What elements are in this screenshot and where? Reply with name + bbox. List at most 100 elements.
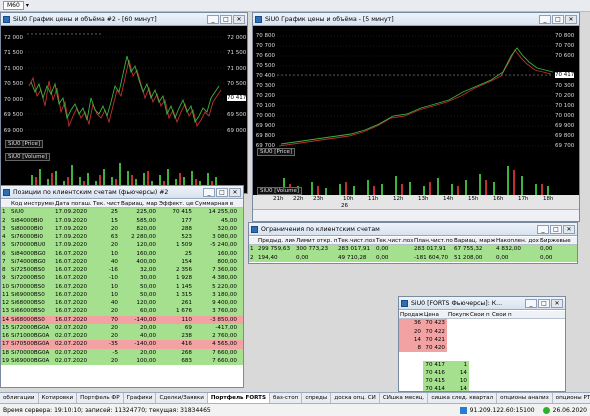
price-chart-60[interactable] <box>1 26 248 146</box>
table-row[interactable]: 13 Si66000BS0 16.07.2020 20 60,00 1 676 3 760,… <box>1 307 243 316</box>
workspace-tabs: облигации Котировки Портфель ФР Графики Сдел… <box>0 392 590 403</box>
table-row[interactable]: 7 Si74000BG0 16.07.2020 40 400,00 154 800,00 <box>1 257 243 266</box>
column-header-date[interactable]: Дата погаш. <box>54 201 92 207</box>
table-row[interactable]: 19 Si69000BG0A 02.07.2020 20 100,00 683 7 660,… <box>1 356 243 365</box>
workspace-tab[interactable]: Котировки <box>39 393 78 403</box>
workspace-tab[interactable]: Графики <box>124 393 157 403</box>
cell-date: 02.07.2020 <box>55 357 88 364</box>
workspace-tab[interactable]: облигации <box>0 393 39 403</box>
maximize-button[interactable]: □ <box>550 224 562 234</box>
close-button[interactable]: ✕ <box>565 14 577 24</box>
column-header[interactable]: Предыд. лимит <box>257 238 295 244</box>
table-row[interactable]: 9 Si72000BS0 16.07.2020 -10 30,00 1 928 4 380,… <box>1 274 243 283</box>
cell-date: 17.09.2020 <box>55 242 88 249</box>
positions-titlebar[interactable]: Позиции по клиентским счетам (фьючерсы) … <box>1 186 243 199</box>
table-row[interactable]: 1 SiU0 17.09.2020 25 225,00 70 415 14 255,00 <box>1 208 243 217</box>
table-row[interactable]: 8 Si72500BS0 16.07.2020 -16 32,00 2 356 7 360,… <box>1 266 243 275</box>
column-header[interactable]: Тек.чист.поз. ( <box>375 238 413 244</box>
orderbook-table: Продажа Цена Покупка Свои п Свои п 3670 … <box>399 311 565 391</box>
column-header-sum[interactable]: Суммарная в <box>194 201 239 207</box>
minimize-button[interactable]: _ <box>525 298 537 308</box>
workspace-tab[interactable]: опционы анализ <box>497 393 553 403</box>
orderbook-row[interactable]: 70 414 14 <box>399 385 565 391</box>
orderbook-row[interactable]: 20 70 422 <box>399 327 565 336</box>
table-row[interactable]: 3 Si80000BI0 17.09.2020 20 820,00 288 320,00 <box>1 224 243 233</box>
chart-5-titlebar[interactable]: SiU0 График цены и объёма - [5 минут] _ … <box>253 13 579 26</box>
close-button[interactable]: ✕ <box>229 187 241 197</box>
price-chart-5[interactable] <box>253 26 580 156</box>
limits-titlebar[interactable]: Ограничения по клиентским счетам _ □ ✕ <box>249 223 577 236</box>
cell-sell: 14 <box>399 335 423 344</box>
workspace-tab[interactable]: сишка след. квартал <box>428 393 498 403</box>
column-header-pos[interactable]: Тек. чистая <box>92 201 120 207</box>
table-row[interactable]: 18 Si70000BG0A 02.07.2020 -5 20,00 268 7 660,0… <box>1 348 243 357</box>
cell-vm: 40,00 <box>139 333 156 340</box>
orderbook-row[interactable]: 70 416 14 <box>399 368 565 377</box>
column-header-vm[interactable]: Вариац. маржа <box>120 201 158 207</box>
cell-n: 19 <box>2 357 10 364</box>
orderbook-row[interactable] <box>399 352 565 361</box>
table-row[interactable]: 11 Si69000BS0 16.07.2020 10 50,00 1 315 3 180,… <box>1 290 243 299</box>
cell-date: 17.09.2020 <box>55 225 88 232</box>
table-row[interactable]: 12 Si68000BS0 16.07.2020 40 120,00 261 9 400,0… <box>1 299 243 308</box>
table-row[interactable]: 2 194,40 0,00 49 710,28 0,00 -181 604,70… <box>249 253 577 262</box>
orderbook-titlebar[interactable]: SiU0 [FORTS Фьючерсы]: К... _ □ ✕ <box>399 297 565 310</box>
maximize-button[interactable]: □ <box>552 14 564 24</box>
workspace-tab[interactable]: доска опц. СИ <box>331 393 380 403</box>
cell-price: 70 422 <box>423 327 447 336</box>
horizontal-scrollbar[interactable] <box>253 209 579 221</box>
table-row[interactable]: 15 Si72000BG0A 02.07.2020 20 20,00 69 -417,00 <box>1 323 243 332</box>
orderbook-row[interactable]: 70 415 10 <box>399 377 565 386</box>
table-row[interactable]: 1 299 759,63 300 773,23 283 017,91 0,00 … <box>249 245 577 254</box>
minimize-button[interactable]: _ <box>203 187 215 197</box>
chart-60-titlebar[interactable]: SiU0 График цены и объёма #2 - [60 минут… <box>1 13 247 26</box>
close-button[interactable]: ✕ <box>551 298 563 308</box>
column-header[interactable]: Накоплен. доход <box>495 238 539 244</box>
column-header-price[interactable]: Эффект. цена <box>158 201 194 207</box>
table-row[interactable]: 4 Si76000BI0 17.09.2020 63 2 280,00 523 3 080,… <box>1 233 243 242</box>
table-row[interactable]: 2 Si84000BI0 17.09.2020 15 585,00 177 45,00 <box>1 216 243 225</box>
workspace-tab[interactable]: опционы РТС <box>553 393 590 403</box>
orderbook-row[interactable]: 14 70 421 <box>399 335 565 344</box>
table-row[interactable]: 5 Si70000BU0 17.09.2020 20 120,00 1 509 -5 240… <box>1 241 243 250</box>
cell-sum: 320,00 <box>217 225 237 232</box>
chevron-down-icon[interactable]: ▾ <box>26 2 29 9</box>
workspace-tab[interactable]: Сделки/Заявки <box>156 393 208 403</box>
maximize-button[interactable]: □ <box>220 14 232 24</box>
table-row[interactable]: 14 Si68000BS0 16.07.2020 70 -140,00 110 -3 850… <box>1 315 243 324</box>
column-header[interactable]: Вариац. маржа <box>453 238 495 244</box>
workspace-tab[interactable]: спреды <box>302 393 332 403</box>
workspace-tab[interactable]: баз-стоп <box>270 393 303 403</box>
interval-select[interactable]: M60 <box>3 1 24 10</box>
table-row[interactable]: 16 Si71000BG0A 02.07.2020 20 40,00 238 2 760,0… <box>1 332 243 341</box>
orderbook-row[interactable]: 8 70 420 <box>399 344 565 353</box>
table-row[interactable]: 10 Si70000BS0 16.07.2020 10 50,00 1 145 5 220,… <box>1 282 243 291</box>
workspace-tab[interactable]: Портфель ФР <box>77 393 124 403</box>
cell-vm: 585,00 <box>136 217 156 224</box>
column-header[interactable]: План.чист.поз. <box>413 238 453 244</box>
column-header[interactable]: Биржевые <box>539 238 577 244</box>
minimize-button[interactable]: _ <box>539 14 551 24</box>
column-header-code[interactable]: Код инструмента <box>10 201 54 207</box>
table-row[interactable]: 17 Si70500BG0A 02.07.2020 -35 -140,00 416 4 56… <box>1 340 243 349</box>
workspace-tab[interactable]: СИшка месяц. <box>380 393 429 403</box>
orderbook-row[interactable]: 70 417 1 <box>399 360 565 369</box>
close-button[interactable]: ✕ <box>233 14 245 24</box>
column-header[interactable]: Лимит откр. п. <box>295 238 337 244</box>
minimize-button[interactable]: _ <box>207 14 219 24</box>
cell-n: 6 <box>2 250 6 257</box>
minimize-button[interactable]: _ <box>537 224 549 234</box>
session-date: 26.06.2020 <box>552 406 587 414</box>
close-button[interactable]: ✕ <box>563 224 575 234</box>
column-header[interactable]: Тек.чист.поз. <box>337 238 375 244</box>
maximize-button[interactable]: □ <box>216 187 228 197</box>
orderbook-row[interactable]: 36 70 423 <box>399 319 565 328</box>
cell-sell: 36 <box>399 319 423 328</box>
workspace-tab[interactable]: Портфель FORTS <box>207 393 271 403</box>
maximize-button[interactable]: □ <box>538 298 550 308</box>
cell-sell <box>399 360 423 369</box>
cell-price: 1 315 <box>175 291 192 298</box>
table-row[interactable]: 6 Si84000BG0 16.07.2020 10 160,00 25 160,00 <box>1 249 243 258</box>
cell-vm: 50,00 <box>139 283 156 290</box>
cell-sum: 2 760,00 <box>212 333 237 340</box>
